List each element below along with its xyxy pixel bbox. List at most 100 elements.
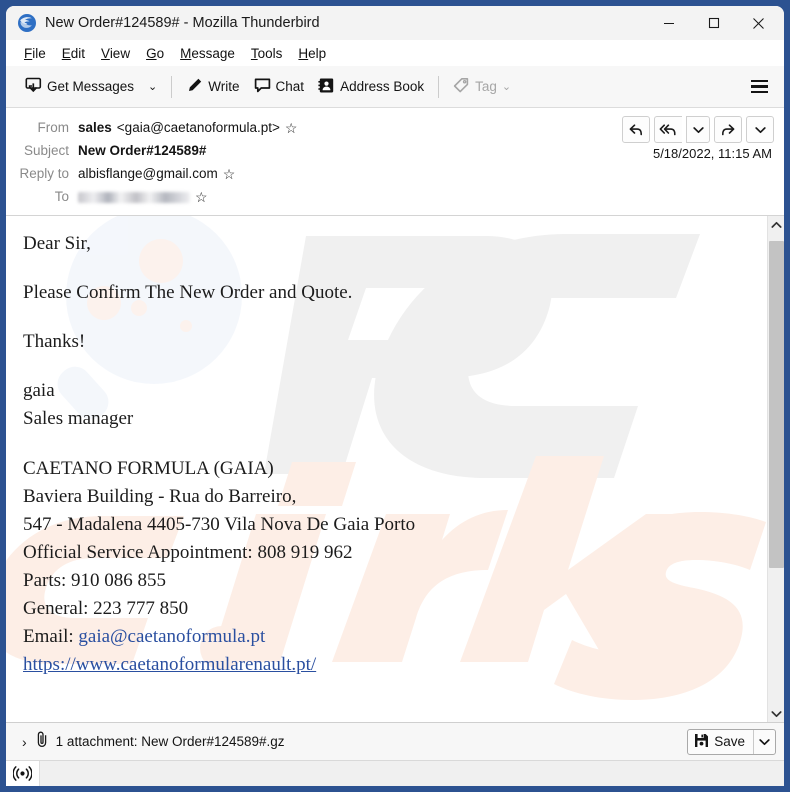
minimize-button[interactable] bbox=[646, 6, 691, 40]
menu-go-accesskey: G bbox=[146, 45, 157, 61]
to-star-icon[interactable]: ☆ bbox=[195, 190, 208, 204]
attachment-expand-icon[interactable]: › bbox=[16, 732, 33, 752]
menu-help[interactable]: Help bbox=[290, 44, 334, 63]
from-sender-name: sales bbox=[78, 120, 112, 135]
scroll-thumb[interactable] bbox=[768, 241, 784, 568]
menu-file-accesskey: F bbox=[24, 45, 33, 61]
signature-website-row: https://www.caetanoformularenault.pt/ bbox=[23, 651, 767, 679]
to-redacted-value bbox=[78, 192, 190, 203]
message-actions bbox=[622, 116, 774, 143]
menu-view-label: iew bbox=[109, 45, 131, 61]
menu-go-label: o bbox=[156, 45, 165, 61]
signature-name: gaia bbox=[23, 380, 55, 402]
hamburger-line-3 bbox=[751, 90, 768, 94]
reply-more-dropdown[interactable] bbox=[686, 116, 710, 143]
header-row-reply-to: Reply to albisflange@gmail.com ☆ bbox=[16, 162, 589, 185]
more-actions-dropdown[interactable] bbox=[746, 116, 774, 143]
to-label: To bbox=[54, 189, 69, 204]
status-bar bbox=[6, 760, 784, 786]
title-bar: New Order#124589# - Mozilla Thunderbird bbox=[6, 6, 784, 40]
body-scrollbar[interactable] bbox=[767, 216, 784, 722]
menu-message-label: essage bbox=[191, 45, 235, 61]
window-controls bbox=[646, 6, 784, 40]
menu-edit-accesskey: E bbox=[61, 45, 71, 61]
menu-view[interactable]: View bbox=[93, 44, 138, 63]
write-button[interactable]: Write bbox=[179, 73, 246, 101]
write-label: Write bbox=[208, 79, 240, 94]
body-thanks: Thanks! bbox=[23, 331, 86, 353]
subject-label: Subject bbox=[23, 143, 69, 158]
address-book-icon bbox=[318, 77, 335, 97]
menu-edit[interactable]: Edit bbox=[54, 44, 93, 63]
menu-go[interactable]: Go bbox=[138, 44, 172, 63]
from-label: From bbox=[37, 120, 70, 135]
broadcast-icon[interactable] bbox=[6, 761, 40, 786]
window-title: New Order#124589# - Mozilla Thunderbird bbox=[45, 15, 320, 31]
from-star-icon[interactable]: ☆ bbox=[285, 121, 298, 135]
signature-email-row: Email: gaia@caetanoformula.pt bbox=[23, 623, 767, 651]
signature-service: Official Service Appointment: 808 919 96… bbox=[23, 541, 353, 563]
attachment-label: 1 attachment: New Order#124589#.gz bbox=[55, 734, 285, 749]
reply-to-value-wrap: albisflange@gmail.com ☆ bbox=[78, 166, 235, 181]
forward-button[interactable] bbox=[714, 116, 742, 143]
hamburger-line-2 bbox=[751, 85, 768, 88]
menu-bar: File Edit View Go Message Tools Help bbox=[6, 40, 784, 66]
thunderbird-window: New Order#124589# - Mozilla Thunderbird … bbox=[6, 6, 784, 786]
toolbar-separator-2 bbox=[438, 75, 440, 98]
menu-edit-label: dit bbox=[70, 45, 86, 61]
save-label: Save bbox=[714, 734, 745, 749]
floppy-disk-icon bbox=[694, 733, 709, 751]
menu-file[interactable]: File bbox=[16, 44, 54, 63]
signature-parts: Parts: 910 086 855 bbox=[23, 569, 167, 591]
save-attachment-control: Save bbox=[687, 728, 776, 755]
menu-help-accesskey: H bbox=[298, 45, 309, 61]
signature-website-link[interactable]: https://www.caetanoformularenault.pt/ bbox=[23, 654, 316, 675]
save-dropdown-button[interactable] bbox=[753, 729, 775, 754]
get-messages-dropdown[interactable]: ⌄ bbox=[141, 76, 164, 97]
menu-message-accesskey: M bbox=[180, 45, 192, 61]
maximize-button[interactable] bbox=[691, 6, 736, 40]
reply-to-star-icon[interactable]: ☆ bbox=[223, 167, 236, 181]
signature-company: CAETANO FORMULA (GAIA) bbox=[23, 457, 274, 479]
get-messages-button[interactable]: Get Messages bbox=[18, 73, 141, 101]
tag-label: Tag bbox=[475, 79, 497, 94]
scroll-track[interactable] bbox=[768, 233, 785, 705]
attachment-bar: › 1 attachment: New Order#124589#.gz Sav… bbox=[6, 722, 784, 760]
menu-tools-accesskey: T bbox=[250, 45, 258, 61]
scroll-down-button[interactable] bbox=[768, 705, 785, 722]
paperclip-icon bbox=[35, 731, 50, 752]
menu-message[interactable]: Message bbox=[172, 44, 243, 63]
menu-tools-label: ools bbox=[257, 45, 283, 61]
body-greeting: Dear Sir, bbox=[23, 233, 91, 254]
message-date: 5/18/2022, 11:15 AM bbox=[652, 146, 772, 161]
reply-all-button[interactable] bbox=[654, 116, 682, 143]
message-body-text: Dear Sir, Please Confirm The New Order a… bbox=[23, 230, 767, 679]
menu-view-accesskey: V bbox=[101, 45, 110, 61]
signature-email-label: Email: bbox=[23, 626, 74, 648]
hamburger-line-1 bbox=[751, 79, 768, 83]
body-request: Please Confirm The New Order and Quote. bbox=[23, 282, 353, 304]
scroll-up-button[interactable] bbox=[768, 216, 785, 233]
reply-to-value: albisflange@gmail.com bbox=[78, 166, 218, 181]
menu-tools[interactable]: Tools bbox=[243, 44, 291, 63]
chat-bubble-icon bbox=[254, 77, 271, 97]
save-button[interactable]: Save bbox=[688, 730, 753, 754]
toolbar-separator-1 bbox=[171, 75, 173, 98]
header-row-subject: Subject New Order#124589# bbox=[16, 139, 589, 162]
from-value: sales <gaia@caetanoformula.pt> ☆ bbox=[78, 120, 297, 135]
close-button[interactable] bbox=[736, 6, 781, 40]
signature-general: General: 223 777 850 bbox=[23, 598, 189, 620]
signature-email-link[interactable]: gaia@caetanoformula.pt bbox=[78, 626, 265, 647]
tag-button[interactable]: Tag ⌄ bbox=[446, 73, 518, 101]
header-row-from: From sales <gaia@caetanoformula.pt> ☆ bbox=[16, 116, 589, 139]
message-header: From sales <gaia@caetanoformula.pt> ☆ Su… bbox=[6, 108, 784, 216]
signature-gap bbox=[23, 434, 767, 455]
chat-button[interactable]: Chat bbox=[247, 73, 312, 101]
reply-button[interactable] bbox=[622, 116, 650, 143]
address-book-button[interactable]: Address Book bbox=[311, 73, 431, 101]
signature-address-1: Baviera Building - Rua do Barreiro, bbox=[23, 485, 297, 507]
tag-chevron-down-icon: ⌄ bbox=[501, 81, 512, 93]
menu-help-label: elp bbox=[308, 45, 327, 61]
app-menu-button[interactable] bbox=[743, 74, 776, 100]
chat-label: Chat bbox=[275, 79, 305, 94]
